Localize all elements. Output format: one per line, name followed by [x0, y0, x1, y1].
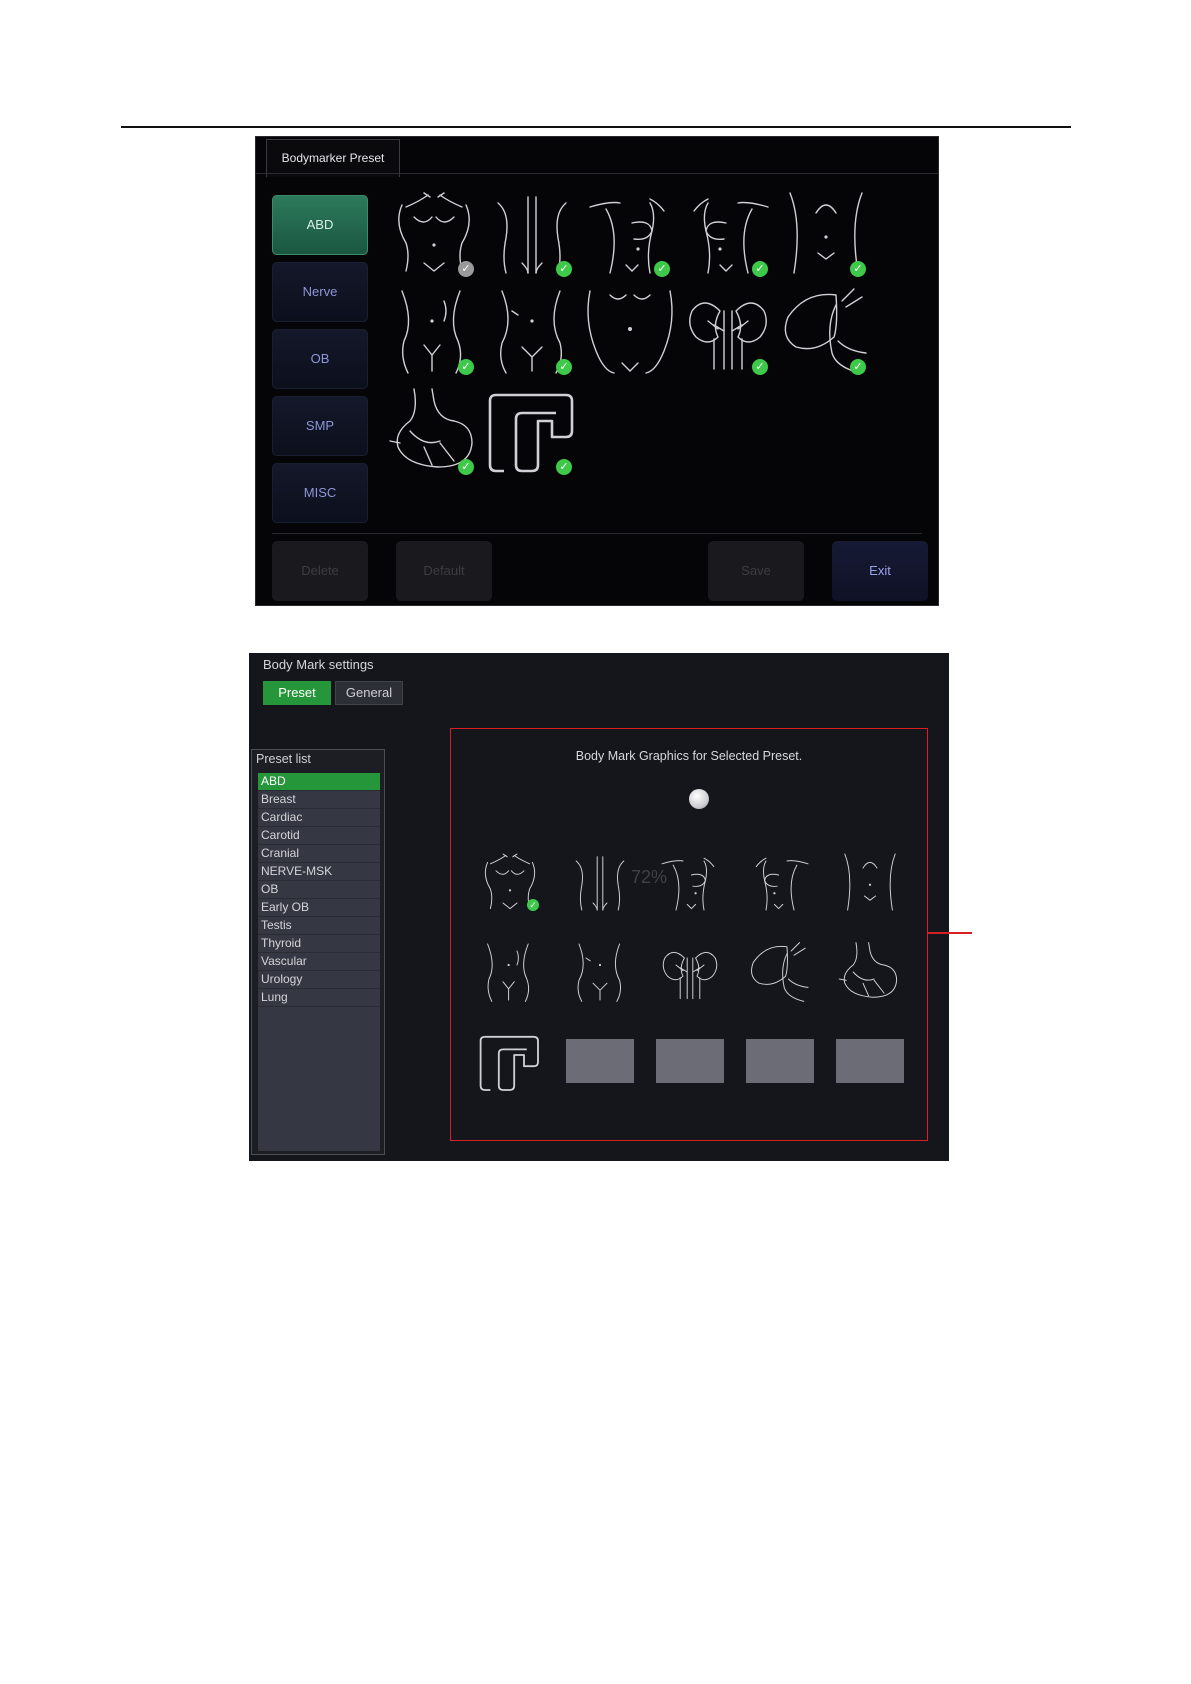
preset-list-item[interactable]: Carotid [258, 827, 380, 845]
marker-tile[interactable]: ✓ [482, 183, 582, 283]
preset-list-item[interactable]: Testis [258, 917, 380, 935]
divider [272, 533, 922, 534]
graphic-tile[interactable] [565, 847, 635, 917]
bodymarker-preset-panel: Bodymarker Preset ABD Nerve OB SMP MISC … [255, 136, 939, 606]
marker-tile[interactable] [580, 281, 680, 381]
stomach-icon [838, 942, 898, 998]
graphic-tile[interactable] [655, 937, 725, 1007]
graphic-tile[interactable] [835, 937, 905, 1007]
torso-breast-left-icon [755, 857, 809, 911]
preset-list-item[interactable]: Breast [258, 791, 380, 809]
preset-list-item[interactable]: OB [258, 881, 380, 899]
preset-list-item[interactable]: Cardiac [258, 809, 380, 827]
kidneys-icon [662, 951, 718, 1000]
graphic-tile[interactable] [745, 937, 815, 1007]
empty-graphic-slot[interactable] [566, 1039, 634, 1083]
graphic-tile[interactable] [655, 847, 725, 917]
preset-list-item[interactable]: Early OB [258, 899, 380, 917]
pregnant-abdomen-icon [587, 290, 673, 374]
settings-title: Body Mark settings [263, 657, 374, 672]
check-icon: ✓ [458, 261, 474, 277]
tab-underline [256, 173, 938, 174]
marker-tile[interactable]: ✓ [776, 281, 876, 381]
graphic-tile[interactable] [745, 847, 815, 917]
check-icon: ✓ [654, 261, 670, 277]
exit-button[interactable]: Exit [832, 541, 928, 601]
save-button[interactable]: Save [708, 541, 804, 601]
tab-bodymarker-preset[interactable]: Bodymarker Preset [266, 139, 400, 177]
liver-icon [751, 942, 809, 1002]
marker-tile[interactable]: ✓ [678, 183, 778, 283]
category-button-abd[interactable]: ABD [272, 195, 368, 255]
preset-list-item[interactable]: Urology [258, 971, 380, 989]
preset-list-title: Preset list [256, 752, 311, 766]
pelvis-male-icon [487, 943, 530, 1002]
check-icon: ✓ [850, 359, 866, 375]
graphic-tile[interactable] [475, 937, 545, 1007]
marker-tile[interactable]: ✓ [384, 381, 484, 481]
delete-button[interactable]: Delete [272, 541, 368, 601]
colon-icon [479, 1035, 539, 1091]
graphic-tile[interactable] [475, 1027, 545, 1097]
category-button-ob[interactable]: OB [272, 329, 368, 389]
check-icon: ✓ [556, 261, 572, 277]
check-icon: ✓ [850, 261, 866, 277]
graphic-tile[interactable]: ✓ [475, 847, 545, 917]
body-mark-settings-panel: Body Mark settings Preset General Preset… [249, 653, 972, 1161]
marker-tile[interactable]: ✓ [384, 183, 484, 283]
check-icon: ✓ [556, 459, 572, 475]
preset-list-box: Preset list ABD Breast Cardiac Carotid Crani… [251, 749, 385, 1155]
empty-graphic-slot[interactable] [746, 1039, 814, 1083]
marker-tile[interactable]: ✓ [580, 183, 680, 283]
graphics-title: Body Mark Graphics for Selected Preset. [575, 749, 803, 763]
check-icon: ✓ [752, 261, 768, 277]
marker-tile[interactable]: ✓ [482, 381, 582, 481]
preset-list-item[interactable]: Cranial [258, 845, 380, 863]
marker-tile[interactable]: ✓ [384, 281, 484, 381]
empty-graphic-slot[interactable] [656, 1039, 724, 1083]
tab-general[interactable]: General [335, 681, 403, 705]
check-icon: ✓ [458, 459, 474, 475]
check-icon: ✓ [752, 359, 768, 375]
preset-list-item[interactable]: ABD [258, 773, 380, 791]
category-button-misc[interactable]: MISC [272, 463, 368, 523]
graphics-highlight-box: Body Mark Graphics for Selected Preset. … [450, 728, 928, 1141]
graphic-tile[interactable] [835, 847, 905, 917]
marker-tile[interactable]: ✓ [678, 281, 778, 381]
preset-list-item[interactable]: Lung [258, 989, 380, 1007]
loading-knob-icon [689, 789, 709, 809]
torso-back-icon [575, 856, 625, 911]
default-button[interactable]: Default [396, 541, 492, 601]
empty-graphic-slot[interactable] [836, 1039, 904, 1083]
marker-tile[interactable]: ✓ [482, 281, 582, 381]
check-icon: ✓ [458, 359, 474, 375]
abdomen-icon [844, 853, 896, 911]
preset-list-item[interactable]: Thyroid [258, 935, 380, 953]
check-icon: ✓ [556, 359, 572, 375]
tab-preset[interactable]: Preset [263, 681, 331, 705]
torso-breast-right-icon [661, 857, 715, 911]
check-icon: ✓ [527, 899, 539, 911]
marker-tile[interactable]: ✓ [776, 183, 876, 283]
category-button-nerve[interactable]: Nerve [272, 262, 368, 322]
category-button-smp[interactable]: SMP [272, 396, 368, 456]
preset-list-item[interactable]: NERVE-MSK [258, 863, 380, 881]
preset-list[interactable]: ABD Breast Cardiac Carotid Cranial NERVE-MSK O… [258, 773, 380, 1151]
callout-line [928, 932, 972, 934]
graphic-tile[interactable] [565, 937, 635, 1007]
page-header-rule [121, 126, 1071, 128]
preset-list-item[interactable]: Vascular [258, 953, 380, 971]
pelvis-female-icon [577, 943, 622, 1002]
